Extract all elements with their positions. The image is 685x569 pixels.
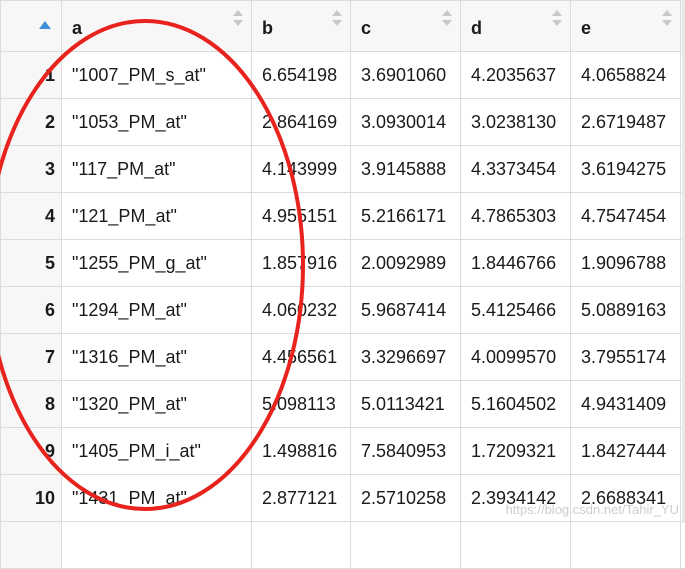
cell-b: 2.864169 [252, 99, 351, 146]
column-header-d[interactable]: d [461, 1, 571, 52]
cell-a: "1316_PM_at" [62, 334, 252, 381]
column-header-a[interactable]: a [62, 1, 252, 52]
cell-b: 4.456561 [252, 334, 351, 381]
cell-a: "1255_PM_g_at" [62, 240, 252, 287]
cell-e: 1.9096788 [571, 240, 681, 287]
column-header-label: c [361, 18, 371, 38]
cell-e: 4.7547454 [571, 193, 681, 240]
cell-b: 2.877121 [252, 475, 351, 522]
cell-next [681, 522, 685, 569]
sort-ascending-icon[interactable] [39, 13, 51, 34]
cell-d: 4.7865303 [461, 193, 571, 240]
table-row: 3 "117_PM_at" 4.143999 3.9145888 4.33734… [1, 146, 685, 193]
row-index: 5 [1, 240, 62, 287]
column-header-label: d [471, 18, 482, 38]
row-index: 10 [1, 475, 62, 522]
sort-both-icon[interactable] [233, 10, 243, 26]
cell-b: 4.060232 [252, 287, 351, 334]
cell-d [461, 522, 571, 569]
cell-d: 5.4125466 [461, 287, 571, 334]
cell-a: "1405_PM_i_at" [62, 428, 252, 475]
table-row: 1 "1007_PM_s_at" 6.654198 3.6901060 4.20… [1, 52, 685, 99]
cell-c: 5.2166171 [351, 193, 461, 240]
cell-c: 3.3296697 [351, 334, 461, 381]
cell-c: 5.0113421 [351, 381, 461, 428]
column-header-label: a [72, 18, 82, 38]
row-index: 9 [1, 428, 62, 475]
column-header-label: e [581, 18, 591, 38]
cell-b: 1.857916 [252, 240, 351, 287]
cell-c: 3.6901060 [351, 52, 461, 99]
cell-e: 3.7955174 [571, 334, 681, 381]
header-row: a b c d [1, 1, 685, 52]
cell-b: 4.143999 [252, 146, 351, 193]
table-row: 5 "1255_PM_g_at" 1.857916 2.0092989 1.84… [1, 240, 685, 287]
cell-d: 3.0238130 [461, 99, 571, 146]
cell-a: "121_PM_at" [62, 193, 252, 240]
sort-both-icon[interactable] [552, 10, 562, 26]
column-header-c[interactable]: c [351, 1, 461, 52]
table-row: 6 "1294_PM_at" 4.060232 5.9687414 5.4125… [1, 287, 685, 334]
cell-e: 1.8427444 [571, 428, 681, 475]
cell-a: "1053_PM_at" [62, 99, 252, 146]
cell-d: 4.0099570 [461, 334, 571, 381]
table-row: 2 "1053_PM_at" 2.864169 3.0930014 3.0238… [1, 99, 685, 146]
cell-e: 2.6719487 [571, 99, 681, 146]
row-index: 3 [1, 146, 62, 193]
cell-a: "1294_PM_at" [62, 287, 252, 334]
cell-b: 5.098113 [252, 381, 351, 428]
row-index: 6 [1, 287, 62, 334]
cell-d: 2.3934142 [461, 475, 571, 522]
cell-d: 5.1604502 [461, 381, 571, 428]
table-row [1, 522, 685, 569]
cell-d: 1.8446766 [461, 240, 571, 287]
cell-e: 4.9431409 [571, 381, 681, 428]
cell-e [571, 522, 681, 569]
cell-c: 3.0930014 [351, 99, 461, 146]
table-row: 7 "1316_PM_at" 4.456561 3.3296697 4.0099… [1, 334, 685, 381]
table-row: 10 "1431_PM_at" 2.877121 2.5710258 2.393… [1, 475, 685, 522]
cell-e: 3.6194275 [571, 146, 681, 193]
row-index: 4 [1, 193, 62, 240]
row-index [1, 522, 62, 569]
cell-b: 1.498816 [252, 428, 351, 475]
cell-c [351, 522, 461, 569]
cell-d: 4.3373454 [461, 146, 571, 193]
column-header-b[interactable]: b [252, 1, 351, 52]
sort-both-icon[interactable] [442, 10, 452, 26]
data-table: a b c d [0, 0, 685, 569]
table-row: 8 "1320_PM_at" 5.098113 5.0113421 5.1604… [1, 381, 685, 428]
cell-c: 5.9687414 [351, 287, 461, 334]
cell-a [62, 522, 252, 569]
column-header-index[interactable] [1, 1, 62, 52]
row-index: 7 [1, 334, 62, 381]
cell-e: 4.0658824 [571, 52, 681, 99]
row-index: 8 [1, 381, 62, 428]
cell-b: 6.654198 [252, 52, 351, 99]
cell-d: 1.7209321 [461, 428, 571, 475]
table-row: 9 "1405_PM_i_at" 1.498816 7.5840953 1.72… [1, 428, 685, 475]
table-row: 4 "121_PM_at" 4.955151 5.2166171 4.78653… [1, 193, 685, 240]
column-header-e[interactable]: e [571, 1, 681, 52]
column-header-label: b [262, 18, 273, 38]
cell-e: 5.0889163 [571, 287, 681, 334]
cell-c: 7.5840953 [351, 428, 461, 475]
cell-b [252, 522, 351, 569]
cell-a: "1007_PM_s_at" [62, 52, 252, 99]
cell-d: 4.2035637 [461, 52, 571, 99]
cell-c: 3.9145888 [351, 146, 461, 193]
cell-b: 4.955151 [252, 193, 351, 240]
cell-c: 2.5710258 [351, 475, 461, 522]
cell-c: 2.0092989 [351, 240, 461, 287]
row-index: 2 [1, 99, 62, 146]
sort-both-icon[interactable] [332, 10, 342, 26]
cell-a: "1320_PM_at" [62, 381, 252, 428]
row-index: 1 [1, 52, 62, 99]
cell-a: "1431_PM_at" [62, 475, 252, 522]
cell-e: 2.6688341 [571, 475, 681, 522]
sort-both-icon[interactable] [662, 10, 672, 26]
cell-a: "117_PM_at" [62, 146, 252, 193]
